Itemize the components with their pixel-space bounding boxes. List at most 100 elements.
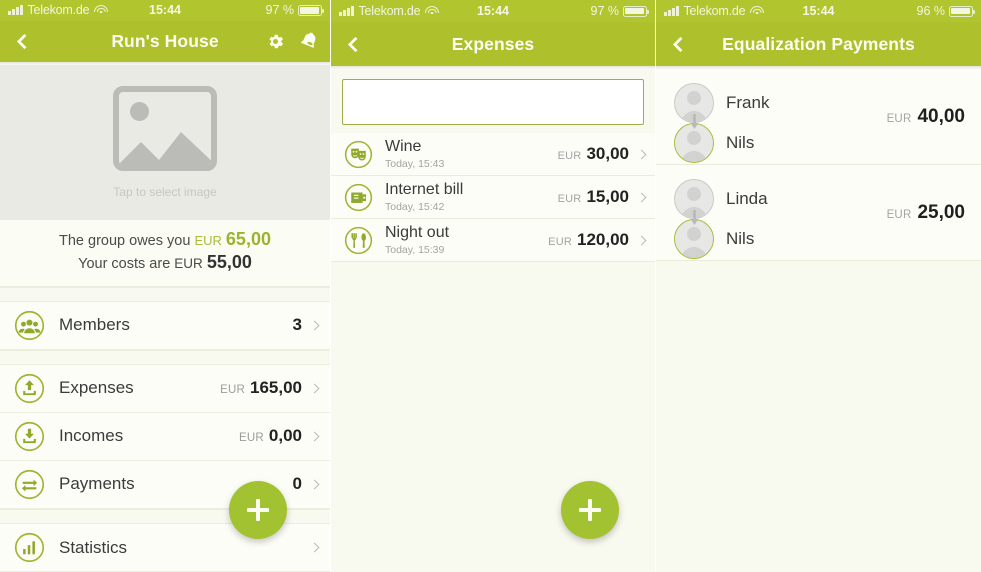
- chevron-right-icon: [309, 542, 320, 553]
- nav-bar: Equalization Payments: [656, 22, 981, 66]
- screen-group-detail: Telekom.de 15:44 97 % Run's House Tap to…: [0, 0, 330, 572]
- sidebar-item-label: Members: [59, 315, 130, 335]
- incomes-currency: EUR: [239, 432, 264, 445]
- expense-title: Internet bill: [385, 180, 464, 198]
- payer-name: Frank: [726, 92, 770, 112]
- battery-percent-label: 97 %: [265, 3, 295, 18]
- battery-percent-label: 97 %: [590, 4, 620, 18]
- table-row[interactable]: Frank Nils EUR 40,00: [656, 69, 981, 165]
- back-button[interactable]: [666, 31, 692, 57]
- list-item[interactable]: Night out Today, 15:39 EUR 120,00: [331, 219, 655, 262]
- status-bar: Telekom.de 15:44 96 %: [656, 0, 981, 22]
- incomes-download-icon: [14, 421, 45, 452]
- bell-icon: [301, 32, 316, 48]
- wifi-icon: [94, 4, 109, 16]
- payment-amount-group: EUR 40,00: [887, 106, 965, 128]
- payment-amount-group: EUR 25,00: [887, 202, 965, 224]
- payments-count-group: 0: [288, 474, 302, 494]
- table-row[interactable]: Linda Nils EUR 25,00: [656, 165, 981, 261]
- your-costs-amount: 55,00: [206, 251, 252, 272]
- payments-list: Frank Nils EUR 40,00 Linda Nils EUR 25,0…: [656, 69, 981, 261]
- menu-group-money: Expenses EUR 165,00 Incomes EUR 0,00 Pay…: [0, 364, 330, 509]
- members-count: 3: [292, 315, 302, 335]
- nav-bar: Run's House: [0, 20, 330, 62]
- cutlery-icon: [344, 226, 373, 255]
- carrier-label: Telekom.de: [683, 4, 746, 18]
- list-item-text: Internet bill Today, 15:42: [385, 181, 463, 214]
- group-owes-amount: 65,00: [225, 228, 271, 249]
- search-area: [331, 69, 655, 133]
- status-bar-left: Telekom.de: [339, 4, 440, 18]
- arrow-down-icon: [690, 209, 699, 225]
- gear-icon: [269, 34, 284, 48]
- sidebar-item-incomes[interactable]: Incomes EUR 0,00: [0, 412, 330, 461]
- chevron-right-icon: [636, 149, 647, 159]
- expense-amount: 120,00: [577, 230, 629, 249]
- back-button[interactable]: [341, 31, 367, 57]
- battery-percent-label: 96 %: [916, 4, 946, 18]
- list-item[interactable]: Wine Today, 15:43 EUR 30,00: [331, 133, 655, 176]
- plus-icon: [578, 498, 602, 522]
- status-bar-right: 96 %: [916, 4, 975, 18]
- expense-amount: 30,00: [586, 144, 629, 163]
- chevron-right-icon: [309, 320, 320, 331]
- section-gap-2: [0, 349, 330, 365]
- nav-bar: Expenses: [331, 22, 655, 66]
- expense-timestamp: Today, 15:43: [385, 157, 445, 170]
- list-item-text: Night out Today, 15:39: [385, 224, 449, 257]
- sidebar-item-statistics[interactable]: Statistics: [0, 524, 330, 572]
- sidebar-item-members[interactable]: Members 3: [0, 301, 330, 350]
- payment-from: Frank: [674, 82, 770, 123]
- chevron-right-icon: [636, 192, 647, 202]
- members-count-group: 3: [288, 315, 302, 335]
- list-item-text: Wine Today, 15:43: [385, 138, 444, 171]
- page-title: Expenses: [451, 33, 535, 54]
- settings-button[interactable]: [266, 32, 285, 51]
- expense-amount-group: EUR 15,00: [558, 187, 629, 207]
- balance-summary: The group owes you EUR 65,00 Your costs …: [0, 219, 330, 287]
- payment-participants: Frank Nils: [674, 74, 854, 163]
- expenses-list: Wine Today, 15:43 EUR 30,00 Internet bil…: [331, 133, 655, 262]
- sidebar-item-label: Incomes: [59, 426, 124, 446]
- chevron-right-icon: [309, 383, 320, 394]
- search-input[interactable]: [342, 79, 644, 125]
- add-expense-button[interactable]: [561, 481, 619, 539]
- expense-currency: EUR: [548, 236, 572, 248]
- status-bar: Telekom.de 15:44 97 %: [0, 0, 330, 21]
- expenses-amount-group: EUR 165,00: [220, 378, 302, 398]
- battery-icon: [623, 5, 649, 17]
- status-bar-left: Telekom.de: [8, 3, 109, 18]
- payment-from: Linda: [674, 178, 768, 219]
- screen-expenses-list: Telekom.de 15:44 97 % Expenses Wine Toda…: [330, 0, 655, 572]
- payment-to: Nils: [674, 218, 754, 259]
- expenses-amount: 165,00: [250, 378, 302, 398]
- expense-amount-group: EUR 120,00: [548, 230, 629, 250]
- members-icon: [14, 310, 45, 341]
- sidebar-item-label: Expenses: [59, 378, 134, 398]
- add-button[interactable]: [229, 481, 287, 539]
- your-costs-currency: EUR: [174, 255, 203, 271]
- carrier-label: Telekom.de: [27, 3, 90, 18]
- signal-bars-icon: [664, 6, 679, 16]
- battery-icon: [949, 5, 975, 17]
- chevron-left-icon: [16, 33, 33, 49]
- image-picker-caption: Tap to select image: [113, 184, 217, 199]
- menu-group-stats: Statistics: [0, 524, 330, 572]
- sidebar-item-expenses[interactable]: Expenses EUR 165,00: [0, 364, 330, 413]
- back-button[interactable]: [10, 28, 36, 54]
- page-title: Equalization Payments: [722, 33, 915, 54]
- payments-exchange-icon: [14, 469, 45, 500]
- payment-currency: EUR: [886, 112, 912, 125]
- group-image-picker[interactable]: Tap to select image: [0, 64, 330, 220]
- expense-amount: 15,00: [586, 187, 629, 206]
- list-filler: [656, 261, 981, 572]
- group-owes-line: The group owes you EUR 65,00: [0, 229, 330, 252]
- notifications-button[interactable]: [299, 31, 320, 51]
- battery-icon: [298, 4, 324, 16]
- carrier-label: Telekom.de: [358, 4, 421, 18]
- menu-group-members: Members 3: [0, 301, 330, 350]
- payment-amount: 25,00: [917, 201, 965, 223]
- list-item[interactable]: Internet bill Today, 15:42 EUR 15,00: [331, 176, 655, 219]
- incomes-amount: 0,00: [268, 426, 302, 446]
- group-owes-currency: EUR: [194, 232, 222, 248]
